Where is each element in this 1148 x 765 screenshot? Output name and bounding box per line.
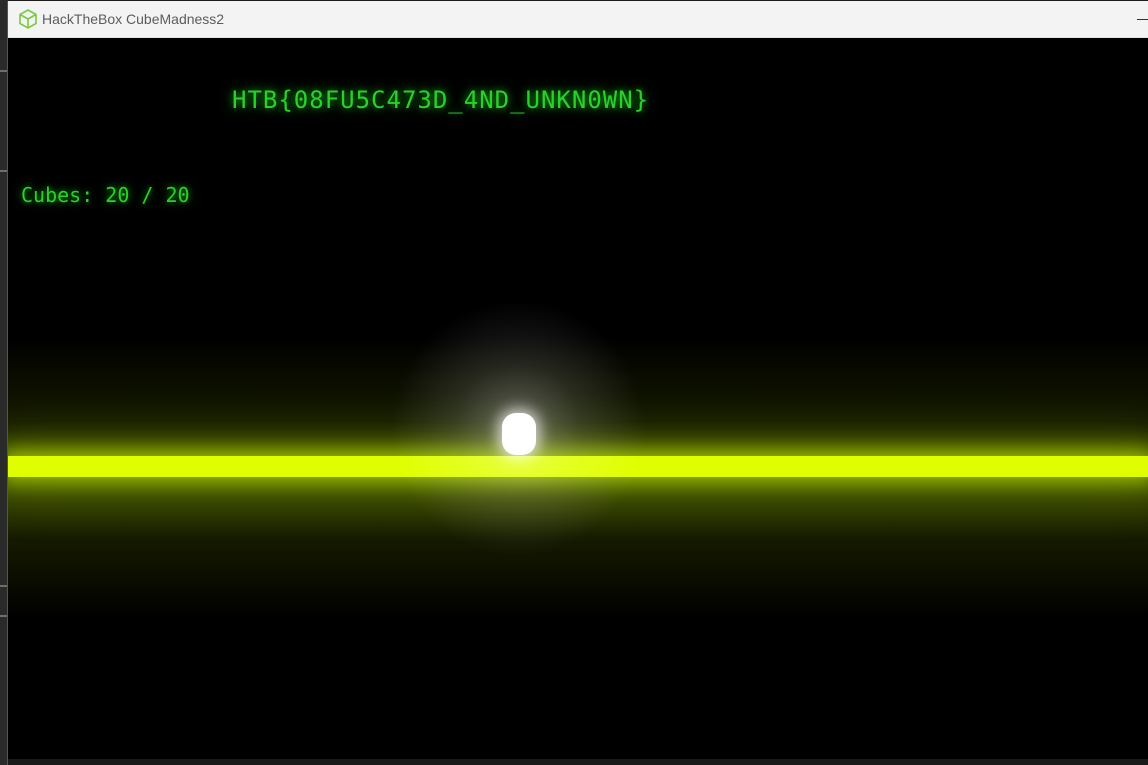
player-character [502, 413, 536, 455]
minimize-icon [1137, 19, 1148, 20]
game-window: HackTheBox CubeMadness2 HTB{08FU5C473D_4… [7, 1, 1148, 765]
window-title: HackTheBox CubeMadness2 [42, 11, 225, 27]
cube-icon [18, 9, 38, 29]
game-viewport[interactable]: HTB{08FU5C473D_4ND_UNKN0WN} Cubes: 20 / … [8, 38, 1148, 758]
title-bar[interactable]: HackTheBox CubeMadness2 [8, 1, 1148, 38]
window-bottom-edge [8, 759, 1148, 765]
minimize-button[interactable] [1124, 1, 1148, 37]
cubes-counter: Cubes: 20 / 20 [21, 183, 190, 207]
flag-text: HTB{08FU5C473D_4ND_UNKN0WN} [232, 86, 650, 114]
